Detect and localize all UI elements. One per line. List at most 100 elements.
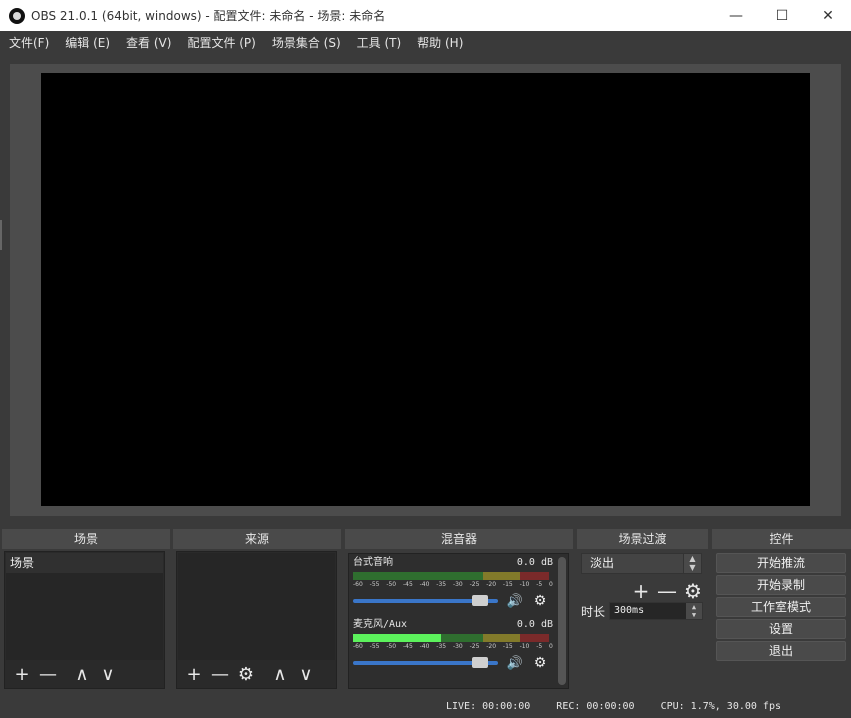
mixer-dock-title: 混音器 bbox=[345, 529, 573, 549]
menu-view[interactable]: 查看 (V) bbox=[120, 34, 177, 51]
meter-level bbox=[353, 634, 442, 642]
preview-area bbox=[10, 64, 841, 516]
sources-dock-title: 来源 bbox=[173, 529, 341, 549]
maximize-button[interactable]: ☐ bbox=[759, 0, 805, 31]
sources-toolbar: + — ⚙ ∧ ∨ bbox=[177, 660, 336, 688]
track-name: 麦克风/Aux bbox=[353, 619, 408, 630]
scale-tick: -20 bbox=[486, 643, 497, 650]
move-down-button[interactable]: ∨ bbox=[95, 661, 121, 687]
gear-icon[interactable]: ⚙ bbox=[530, 655, 550, 671]
start-recording-button[interactable]: 开始录制 bbox=[716, 575, 846, 595]
remove-transition-button[interactable]: — bbox=[654, 578, 680, 604]
move-up-button[interactable]: ∧ bbox=[69, 661, 95, 687]
sources-panel: + — ⚙ ∧ ∨ bbox=[176, 551, 337, 689]
speaker-icon[interactable]: 🔊 bbox=[504, 656, 526, 671]
scale-tick: -5 bbox=[536, 581, 543, 588]
controls-dock-title: 控件 bbox=[712, 529, 851, 549]
select-spinner-icon[interactable]: ▲ ▼ bbox=[683, 554, 701, 573]
preview-canvas[interactable] bbox=[41, 73, 810, 506]
settings-button[interactable]: 设置 bbox=[716, 619, 846, 639]
scale-tick: -15 bbox=[502, 581, 513, 588]
menu-scene-collection[interactable]: 场景集合 (S) bbox=[266, 34, 347, 51]
add-transition-button[interactable]: + bbox=[628, 578, 654, 604]
menu-help[interactable]: 帮助 (H) bbox=[411, 34, 469, 51]
scale-tick: -30 bbox=[452, 581, 463, 588]
exit-button[interactable]: 退出 bbox=[716, 641, 846, 661]
studio-mode-button[interactable]: 工作室模式 bbox=[716, 597, 846, 617]
close-button[interactable]: ✕ bbox=[805, 0, 851, 31]
duration-value: 300ms bbox=[614, 605, 645, 616]
obs-logo-icon bbox=[9, 7, 25, 24]
remove-source-button[interactable]: — bbox=[207, 661, 233, 687]
window-controls: — ☐ ✕ bbox=[713, 0, 851, 31]
gear-icon[interactable]: ⚙ bbox=[680, 578, 706, 604]
scenes-dock-title: 场景 bbox=[2, 529, 170, 549]
scale-tick: -35 bbox=[436, 643, 447, 650]
speaker-icon[interactable]: 🔊 bbox=[504, 594, 526, 609]
status-bar: LIVE: 00:00:00 REC: 00:00:00 CPU: 1.7%, … bbox=[0, 694, 851, 718]
volume-slider[interactable] bbox=[353, 595, 498, 606]
menu-bar: 文件(F) 编辑 (E) 查看 (V) 配置文件 (P) 场景集合 (S) 工具… bbox=[0, 31, 851, 54]
scale-tick: -30 bbox=[452, 643, 463, 650]
scenes-panel: 场景 + — ∧ ∨ bbox=[4, 551, 165, 689]
list-item[interactable]: 场景 bbox=[6, 553, 163, 573]
scale-tick: -55 bbox=[369, 643, 380, 650]
transition-select[interactable]: 淡出 ▲ ▼ bbox=[581, 553, 702, 574]
scenes-list[interactable]: 场景 bbox=[6, 553, 163, 660]
source-properties-gear-icon[interactable]: ⚙ bbox=[233, 661, 259, 687]
menu-file[interactable]: 文件(F) bbox=[3, 34, 55, 51]
title-bar: OBS 21.0.1 (64bit, windows) - 配置文件: 未命名 … bbox=[0, 0, 851, 31]
scale-tick: 0 bbox=[549, 581, 553, 588]
volume-meter bbox=[353, 572, 553, 580]
scale-tick: -10 bbox=[519, 581, 530, 588]
menu-profile[interactable]: 配置文件 (P) bbox=[181, 34, 261, 51]
menu-edit[interactable]: 编辑 (E) bbox=[59, 34, 116, 51]
track-name: 台式音响 bbox=[353, 557, 393, 568]
meter-scale: -60 -55 -50 -45 -40 -35 -30 -25 -20 -15 -10 -5 0 bbox=[353, 581, 553, 589]
volume-slider-knob[interactable] bbox=[471, 657, 488, 668]
mixer-track-desktop: 台式音响 0.0 dB -60 -55 -50 -45 -40 -35 -30 -25 -20-… bbox=[353, 556, 553, 609]
cpu-fps: CPU: 1.7%, 30.00 fps bbox=[660, 700, 781, 712]
transitions-dock-title: 场景过渡 bbox=[577, 529, 708, 549]
scale-tick: -60 bbox=[353, 581, 363, 588]
scale-tick: -25 bbox=[469, 643, 480, 650]
scale-tick: -10 bbox=[519, 643, 530, 650]
volume-slider-knob[interactable] bbox=[471, 595, 488, 606]
scale-tick: -35 bbox=[436, 581, 447, 588]
mixer-panel: 台式音响 0.0 dB -60 -55 -50 -45 -40 -35 -30 -25 -20-… bbox=[348, 553, 569, 689]
minimize-button[interactable]: — bbox=[713, 0, 759, 31]
scale-tick: -5 bbox=[536, 643, 543, 650]
duration-label: 时长 bbox=[581, 605, 606, 619]
remove-scene-button[interactable]: — bbox=[35, 661, 61, 687]
splitter-handle bbox=[0, 220, 2, 250]
menu-tools[interactable]: 工具 (T) bbox=[351, 34, 408, 51]
meter-scale: -60 -55 -50 -45 -40 -35 -30 -25 -20 -15 -10 -5 0 bbox=[353, 643, 553, 651]
start-streaming-button[interactable]: 开始推流 bbox=[716, 553, 846, 573]
sources-list[interactable] bbox=[178, 553, 335, 660]
scale-tick: -50 bbox=[386, 643, 397, 650]
scale-tick: -15 bbox=[502, 643, 513, 650]
duration-input[interactable]: 300ms ▲ ▼ bbox=[609, 602, 703, 620]
add-scene-button[interactable]: + bbox=[9, 661, 35, 687]
scale-tick: -50 bbox=[386, 581, 397, 588]
add-source-button[interactable]: + bbox=[181, 661, 207, 687]
move-down-button[interactable]: ∨ bbox=[293, 661, 319, 687]
transition-toolbar: + — ⚙ bbox=[628, 578, 706, 604]
scale-tick: -25 bbox=[469, 581, 480, 588]
move-up-button[interactable]: ∧ bbox=[267, 661, 293, 687]
transition-selected: 淡出 bbox=[590, 556, 615, 570]
duration-spinner-icon[interactable]: ▲ ▼ bbox=[686, 603, 702, 619]
window-title: OBS 21.0.1 (64bit, windows) - 配置文件: 未命名 … bbox=[31, 9, 386, 23]
volume-slider[interactable] bbox=[353, 657, 498, 668]
live-timer: LIVE: 00:00:00 bbox=[446, 700, 531, 712]
scale-tick: -40 bbox=[419, 581, 430, 588]
volume-meter bbox=[353, 634, 553, 642]
scale-tick: -40 bbox=[419, 643, 430, 650]
gear-icon[interactable]: ⚙ bbox=[530, 593, 550, 609]
rec-timer: REC: 00:00:00 bbox=[556, 700, 635, 712]
scale-tick: -55 bbox=[369, 581, 380, 588]
mixer-scrollbar[interactable] bbox=[558, 557, 566, 685]
track-db: 0.0 dB bbox=[516, 557, 553, 568]
scale-tick: 0 bbox=[549, 643, 553, 650]
track-db: 0.0 dB bbox=[516, 619, 553, 630]
